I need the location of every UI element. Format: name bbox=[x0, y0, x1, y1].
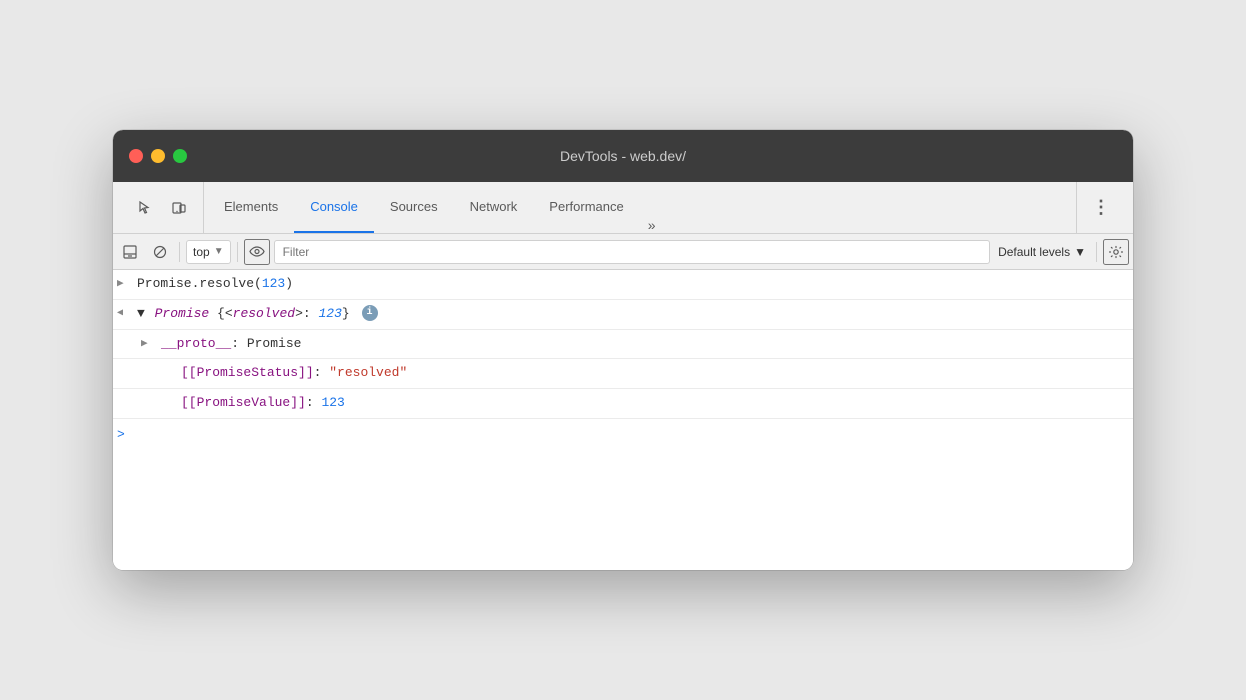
tabs-overflow-button[interactable]: » bbox=[640, 217, 664, 233]
inspect-element-button[interactable] bbox=[129, 192, 161, 224]
prompt-chevron-icon: > bbox=[117, 427, 137, 442]
window-title: DevTools - web.dev/ bbox=[560, 148, 686, 164]
drawer-icon bbox=[123, 245, 137, 259]
device-icon bbox=[171, 200, 187, 216]
divider2 bbox=[237, 242, 238, 262]
divider3 bbox=[1096, 242, 1097, 262]
console-input[interactable] bbox=[137, 427, 1125, 442]
tab-performance[interactable]: Performance bbox=[533, 182, 639, 233]
eye-icon bbox=[249, 246, 265, 257]
collapse-arrow-2[interactable]: ◀ bbox=[117, 304, 137, 322]
console-text-1: Promise.resolve(123) bbox=[137, 274, 293, 295]
expand-arrow-3[interactable]: ▶ bbox=[141, 334, 161, 354]
console-toolbar: top ▼ Default levels ▼ bbox=[113, 234, 1133, 270]
info-badge[interactable]: i bbox=[362, 305, 378, 321]
gear-icon bbox=[1109, 245, 1123, 259]
minimize-button[interactable] bbox=[151, 149, 165, 163]
promise-value-line: [[PromiseValue]]: 123 bbox=[181, 393, 345, 414]
show-drawer-button[interactable] bbox=[117, 239, 143, 265]
expand-arrow-1[interactable]: ▶ bbox=[117, 274, 137, 294]
promise-object-2: ▼ Promise {<resolved>: 123} i bbox=[137, 304, 378, 325]
tab-elements[interactable]: Elements bbox=[208, 182, 294, 233]
filter-input[interactable] bbox=[274, 240, 990, 264]
block-icon bbox=[153, 245, 167, 259]
context-selector[interactable]: top ▼ bbox=[186, 240, 231, 264]
console-line-2: ◀ ▼ Promise {<resolved>: 123} i bbox=[113, 300, 1133, 330]
cursor-icon bbox=[137, 200, 153, 216]
console-line-1: ▶ Promise.resolve(123) bbox=[113, 270, 1133, 300]
proto-line: __proto__: Promise bbox=[161, 334, 301, 355]
traffic-lights bbox=[129, 149, 187, 163]
live-expression-button[interactable] bbox=[244, 239, 270, 265]
devtools-window: DevTools - web.dev/ Elements bbox=[113, 130, 1133, 570]
titlebar: DevTools - web.dev/ bbox=[113, 130, 1133, 182]
clear-console-button[interactable] bbox=[147, 239, 173, 265]
console-line-3: ▶ __proto__: Promise bbox=[113, 330, 1133, 360]
maximize-button[interactable] bbox=[173, 149, 187, 163]
console-prompt: > bbox=[113, 419, 1133, 451]
close-button[interactable] bbox=[129, 149, 143, 163]
promise-status-line: [[PromiseStatus]]: "resolved" bbox=[181, 363, 407, 384]
default-levels-button[interactable]: Default levels ▼ bbox=[994, 245, 1090, 259]
console-output: ▶ Promise.resolve(123) ◀ ▼ Promise {<res… bbox=[113, 270, 1133, 570]
divider bbox=[179, 242, 180, 262]
tab-bar: Elements Console Sources Network Perform… bbox=[204, 182, 1076, 233]
tab-console[interactable]: Console bbox=[294, 182, 374, 233]
tab-network[interactable]: Network bbox=[454, 182, 534, 233]
more-options-button[interactable]: ⋮ bbox=[1085, 192, 1117, 224]
main-toolbar: Elements Console Sources Network Perform… bbox=[113, 182, 1133, 234]
toolbar-icons bbox=[121, 182, 204, 233]
settings-button[interactable] bbox=[1103, 239, 1129, 265]
toolbar-right: ⋮ bbox=[1076, 182, 1125, 233]
tab-sources[interactable]: Sources bbox=[374, 182, 454, 233]
console-line-5: [[PromiseValue]]: 123 bbox=[113, 389, 1133, 419]
console-line-4: [[PromiseStatus]]: "resolved" bbox=[113, 359, 1133, 389]
device-toolbar-button[interactable] bbox=[163, 192, 195, 224]
